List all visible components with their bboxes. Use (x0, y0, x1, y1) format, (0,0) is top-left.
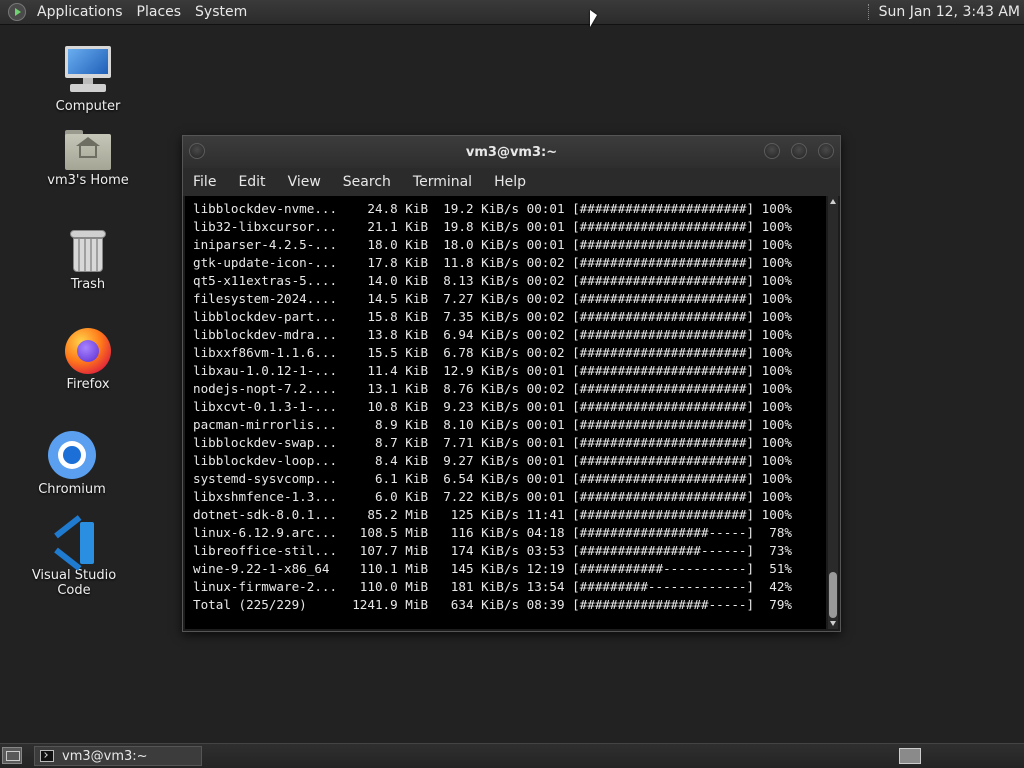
taskbar-terminal-button[interactable]: vm3@vm3:~ (34, 746, 202, 766)
home-folder-icon (65, 130, 111, 170)
desktop-icon-label: Firefox (66, 377, 110, 392)
taskbar-task-label: vm3@vm3:~ (62, 748, 148, 764)
terminal-line: libxshmfence-1.3... 6.0 KiB 7.22 KiB/s 0… (193, 489, 792, 504)
menu-terminal[interactable]: Terminal (402, 174, 483, 190)
places-menu[interactable]: Places (130, 4, 189, 20)
vscode-icon (52, 515, 96, 571)
terminal-line: linux-firmware-2... 110.0 MiB 181 KiB/s … (193, 579, 792, 594)
firefox-icon (65, 328, 111, 374)
terminal-line: iniparser-4.2.5-... 18.0 KiB 18.0 KiB/s … (193, 237, 792, 252)
window-title: vm3@vm3:~ (465, 144, 558, 160)
desktop-icon-label: Computer (55, 99, 121, 114)
terminal-line: libblockdev-mdra... 13.8 KiB 6.94 KiB/s … (193, 327, 792, 342)
panel-separator (867, 4, 871, 20)
terminal-line: dotnet-sdk-8.0.1... 85.2 MiB 125 KiB/s 1… (193, 507, 792, 522)
system-menu[interactable]: System (188, 4, 254, 20)
menu-search[interactable]: Search (332, 174, 402, 190)
desktop-icon-trash[interactable]: Trash (33, 230, 143, 292)
desktop-icon-label: Trash (70, 277, 106, 292)
menu-view[interactable]: View (277, 174, 332, 190)
terminal-text: libblockdev-nvme... 24.8 KiB 19.2 KiB/s … (185, 196, 826, 614)
terminal-line: nodejs-nopt-7.2.... 13.1 KiB 8.76 KiB/s … (193, 381, 792, 396)
terminal-line: libblockdev-swap... 8.7 KiB 7.71 KiB/s 0… (193, 435, 792, 450)
terminal-line: libblockdev-nvme... 24.8 KiB 19.2 KiB/s … (193, 201, 792, 216)
top-panel: Applications Places System Sun Jan 12, 3… (0, 0, 1024, 25)
menu-file[interactable]: File (183, 174, 227, 190)
desktop-icon-home[interactable]: vm3's Home (33, 130, 143, 188)
bottom-panel: vm3@vm3:~ (0, 743, 1024, 768)
window-titlebar[interactable]: vm3@vm3:~ (183, 136, 840, 168)
desktop-icon-label: vm3's Home (47, 173, 129, 188)
desktop-icon-firefox[interactable]: Firefox (33, 328, 143, 392)
terminal-line: libxxf86vm-1.1.6... 15.5 KiB 6.78 KiB/s … (193, 345, 792, 360)
terminal-output[interactable]: libblockdev-nvme... 24.8 KiB 19.2 KiB/s … (185, 196, 826, 629)
menu-edit[interactable]: Edit (227, 174, 276, 190)
applications-logo-icon[interactable] (8, 3, 26, 21)
terminal-line: qt5-x11extras-5.... 14.0 KiB 8.13 KiB/s … (193, 273, 792, 288)
scroll-down-arrow-icon[interactable] (830, 621, 836, 626)
chromium-icon (48, 431, 96, 479)
terminal-line: libreoffice-stil... 107.7 MiB 174 KiB/s … (193, 543, 792, 558)
show-desktop-button[interactable] (2, 747, 22, 764)
terminal-line: libblockdev-loop... 8.4 KiB 9.27 KiB/s 0… (193, 453, 792, 468)
desktop-icon-label: Visual Studio Code (31, 568, 117, 598)
maximize-button[interactable] (791, 143, 807, 159)
minimize-button[interactable] (764, 143, 780, 159)
terminal-line: Total (225/229) 1241.9 MiB 634 KiB/s 08:… (193, 597, 792, 612)
window-menu-button[interactable] (189, 143, 205, 159)
clock[interactable]: Sun Jan 12, 3:43 AM (879, 4, 1020, 20)
terminal-line: libxcvt-0.1.3-1-... 10.8 KiB 9.23 KiB/s … (193, 399, 792, 414)
computer-icon (64, 46, 112, 96)
desktop-icon-chromium[interactable]: Chromium (17, 431, 127, 497)
terminal-line: libxau-1.0.12-1-... 11.4 KiB 12.9 KiB/s … (193, 363, 792, 378)
terminal-menubar: File Edit View Search Terminal Help (183, 168, 840, 196)
panel-tray: Sun Jan 12, 3:43 AM (867, 4, 1024, 20)
terminal-line: systemd-sysvcomp... 6.1 KiB 6.54 KiB/s 0… (193, 471, 792, 486)
scrollbar-thumb[interactable] (829, 572, 837, 618)
trash-icon (70, 230, 106, 274)
close-button[interactable] (818, 143, 834, 159)
mouse-cursor-icon (590, 10, 597, 27)
desktop-icon-vscode[interactable]: Visual Studio Code (19, 515, 129, 598)
desktop-icon-label: Chromium (38, 482, 106, 497)
menu-help[interactable]: Help (483, 174, 537, 190)
terminal-icon (40, 750, 54, 762)
applications-menu[interactable]: Applications (30, 4, 130, 20)
terminal-line: wine-9.22-1-x86_64 110.1 MiB 145 KiB/s 1… (193, 561, 792, 576)
scroll-up-arrow-icon[interactable] (830, 199, 836, 204)
workspace-switcher[interactable] (899, 748, 921, 764)
terminal-line: filesystem-2024.... 14.5 KiB 7.27 KiB/s … (193, 291, 792, 306)
desktop-icon-computer[interactable]: Computer (33, 46, 143, 114)
terminal-line: pacman-mirrorlis... 8.9 KiB 8.10 KiB/s 0… (193, 417, 792, 432)
terminal-line: linux-6.12.9.arc... 108.5 MiB 116 KiB/s … (193, 525, 792, 540)
terminal-scrollbar[interactable] (828, 196, 838, 629)
terminal-window[interactable]: vm3@vm3:~ File Edit View Search Terminal… (182, 135, 841, 632)
terminal-line: lib32-libxcursor... 21.1 KiB 19.8 KiB/s … (193, 219, 792, 234)
terminal-line: libblockdev-part... 15.8 KiB 7.35 KiB/s … (193, 309, 792, 324)
terminal-line: gtk-update-icon-... 17.8 KiB 11.8 KiB/s … (193, 255, 792, 270)
